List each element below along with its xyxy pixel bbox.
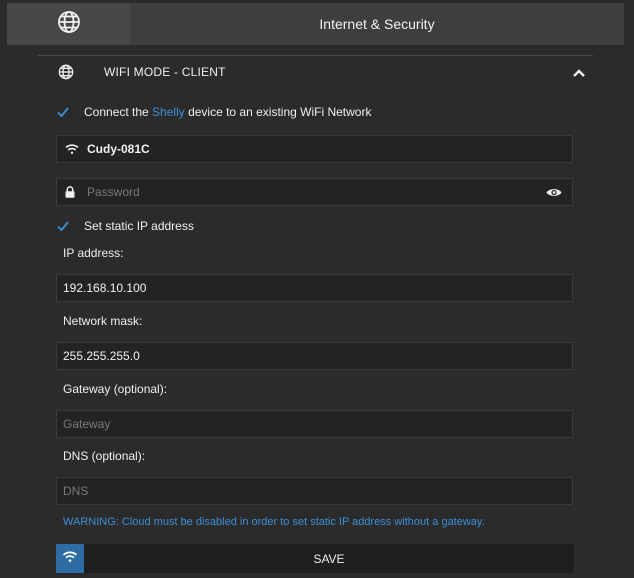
connect-checkbox[interactable] <box>56 105 70 119</box>
shelly-link[interactable]: Shelly <box>152 105 185 119</box>
globe-icon <box>58 64 74 85</box>
ip-address-label: IP address: <box>63 246 124 260</box>
static-ip-row: Set static IP address <box>56 219 194 233</box>
globe-tab-button[interactable] <box>7 3 130 45</box>
top-bar: Internet & Security <box>7 3 624 45</box>
static-ip-label: Set static IP address <box>84 219 194 233</box>
section-title: WIFI MODE - CLIENT <box>104 65 226 79</box>
chevron-up-icon[interactable] <box>572 65 586 83</box>
wifi-status-button[interactable] <box>56 544 84 573</box>
wifi-icon <box>62 550 78 568</box>
network-mask-field[interactable] <box>56 342 573 370</box>
connect-row: Connect the Shelly device to an existing… <box>56 105 371 119</box>
ip-address-input[interactable] <box>57 275 572 301</box>
ip-address-field[interactable] <box>56 274 573 302</box>
warning-text: WARNING: Cloud must be disabled in order… <box>63 516 485 528</box>
password-field[interactable] <box>56 178 573 206</box>
dns-field[interactable] <box>56 477 573 505</box>
save-button[interactable]: SAVE <box>84 544 574 573</box>
gateway-field[interactable] <box>56 410 573 438</box>
lock-icon <box>65 186 79 198</box>
divider <box>38 55 593 56</box>
wifi-icon <box>65 143 79 155</box>
dns-input[interactable] <box>57 478 572 504</box>
eye-icon[interactable] <box>546 187 562 198</box>
network-mask-input[interactable] <box>57 343 572 369</box>
network-mask-label: Network mask: <box>63 314 143 328</box>
connect-label: Connect the Shelly device to an existing… <box>84 105 371 119</box>
dns-label: DNS (optional): <box>63 449 146 463</box>
globe-icon <box>57 10 81 39</box>
connect-text-after: device to an existing WiFi Network <box>184 105 372 119</box>
password-input[interactable] <box>87 179 546 205</box>
connect-text-before: Connect the <box>84 105 153 119</box>
static-ip-checkbox[interactable] <box>56 219 70 233</box>
save-bar: SAVE <box>56 544 574 573</box>
ssid-field[interactable] <box>56 135 573 163</box>
gateway-input[interactable] <box>57 411 572 437</box>
page-title: Internet & Security <box>319 16 435 32</box>
ssid-input[interactable] <box>87 136 572 162</box>
wifi-mode-client-header[interactable]: WIFI MODE - CLIENT <box>56 60 586 84</box>
gateway-label: Gateway (optional): <box>63 382 168 396</box>
